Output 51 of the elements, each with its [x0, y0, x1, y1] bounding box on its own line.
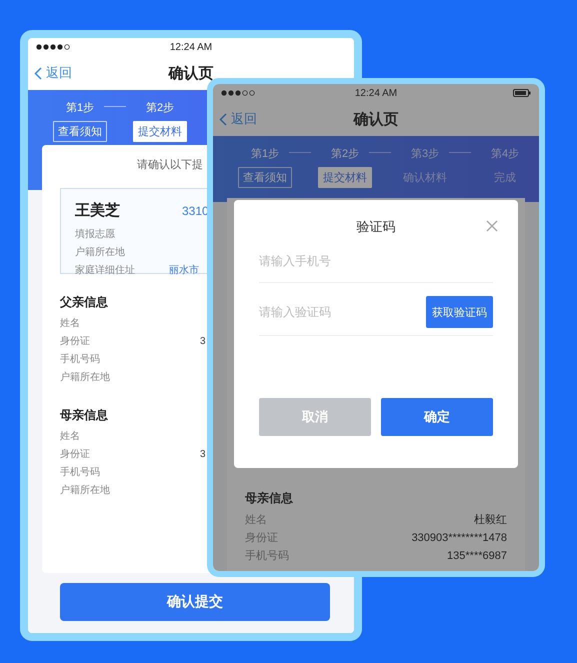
field-label: 手机号码 [60, 466, 101, 480]
step-label: 第1步 [66, 101, 94, 115]
field-label: 姓名 [245, 513, 267, 528]
submit-button[interactable]: 确认提交 [60, 583, 330, 621]
field-label: 填报志愿 [75, 228, 116, 242]
battery-icon [513, 89, 531, 97]
dialog-title: 验证码 [356, 219, 396, 234]
prompt-text: 请确认以下提 [136, 158, 204, 172]
get-code-button[interactable]: 获取验证码 [426, 296, 493, 328]
step-label: 第2步 [330, 147, 360, 161]
field-value: 丽水市 [169, 264, 199, 278]
field-value: 3 [200, 335, 206, 349]
field-label: 姓名 [60, 430, 81, 444]
field-label: 户籍所在地 [75, 246, 126, 260]
field-label: 家庭详细住址 [75, 264, 136, 278]
field-label: 身份证 [245, 531, 278, 546]
field-value: 杜毅红 [474, 513, 507, 528]
field-label: 手机号码 [245, 549, 289, 564]
field-label: 身份证 [60, 335, 91, 349]
step-tab[interactable]: 查看须知 [238, 167, 292, 188]
step-label: 第3步 [410, 147, 440, 161]
step-label: 第2步 [146, 101, 174, 115]
field-label: 姓名 [60, 317, 81, 331]
section-title: 母亲信息 [245, 490, 293, 507]
status-time: 12:24 AM [170, 42, 212, 52]
back-link[interactable]: 返回 [219, 110, 354, 128]
confirm-button[interactable]: 确定 [381, 398, 493, 436]
step-tab[interactable]: 提交材料 [318, 167, 372, 188]
section-title: 父亲信息 [60, 294, 108, 311]
signal-icon [221, 90, 257, 96]
signal-icon [36, 44, 72, 50]
status-time: 12:24 AM [354, 88, 398, 98]
page-title: 确认页 [354, 110, 398, 128]
step-tab[interactable]: 查看须知 [53, 121, 107, 142]
field-value: 135****6987 [447, 549, 507, 564]
chevron-left-icon [219, 112, 227, 126]
page-title: 确认页 [168, 64, 214, 82]
field-value: 330903********1478 [412, 531, 507, 546]
field-label: 手机号码 [60, 352, 101, 367]
field-label: 户籍所在地 [60, 484, 111, 498]
field-label: 户籍所在地 [60, 370, 111, 385]
field-label: 身份证 [60, 448, 91, 462]
back-link[interactable]: 返回 [34, 64, 168, 82]
step-tab[interactable]: 提交材料 [133, 121, 187, 142]
applicant-name: 王美芝 [75, 201, 121, 220]
chevron-left-icon [34, 66, 42, 80]
section-title: 母亲信息 [60, 407, 108, 424]
step-label: 第1步 [250, 147, 280, 161]
close-icon[interactable] [486, 220, 498, 232]
step-label: 第4步 [490, 147, 520, 161]
field-value: 3 [200, 448, 206, 462]
